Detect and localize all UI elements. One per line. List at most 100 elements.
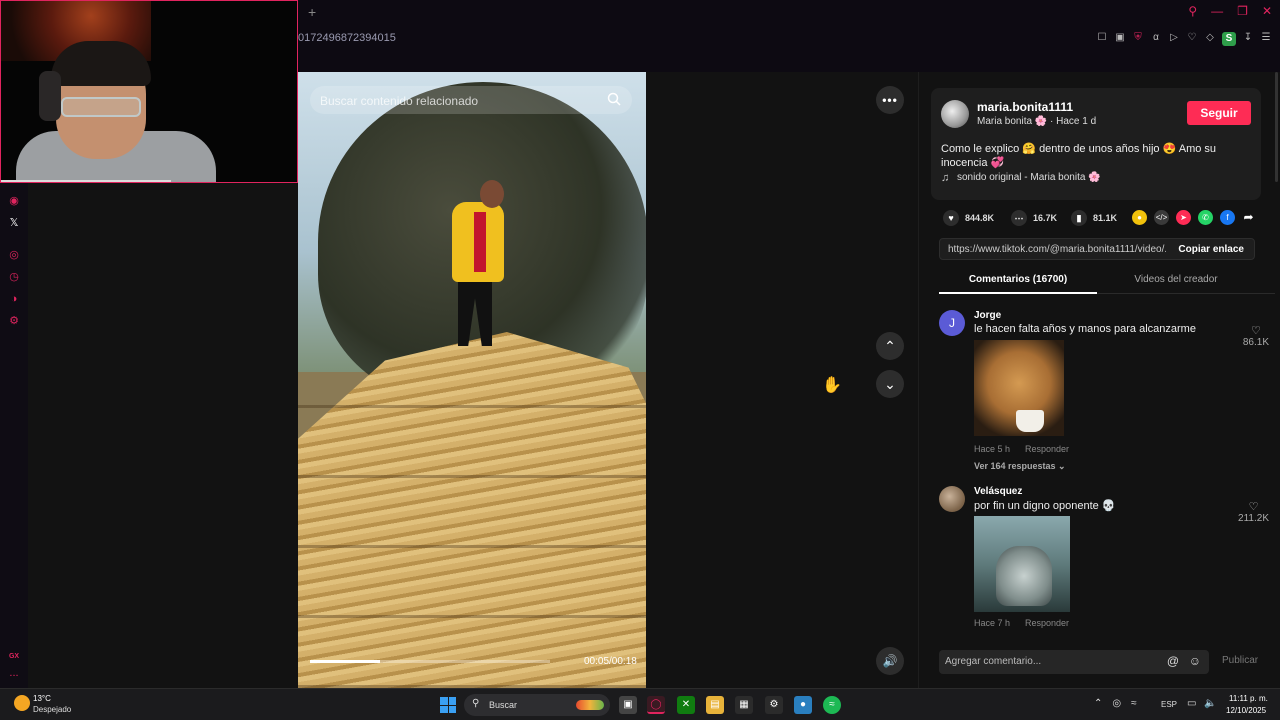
video-child-shirt [474, 212, 486, 272]
taskbar-search[interactable]: ⚲ Buscar [464, 694, 610, 716]
next-video-button[interactable]: ⌄ [876, 370, 904, 398]
player-icon[interactable]: ◎ [7, 248, 21, 262]
settings-icon[interactable]: ⚙ [7, 314, 21, 328]
window-controls: ⚲ — ❐ ✕ [1188, 4, 1272, 18]
copy-link-button[interactable]: Copiar enlace [1178, 244, 1244, 255]
menu-icon[interactable]: ☰ [1260, 32, 1272, 44]
file-explorer-icon[interactable]: ▤ [706, 696, 724, 714]
xbox-icon[interactable]: ✕ [677, 696, 695, 714]
restore-icon[interactable]: ❐ [1237, 4, 1248, 18]
translate-icon[interactable]: α [1150, 32, 1162, 44]
gx-label[interactable]: GX [7, 650, 21, 664]
profile-icon[interactable]: S [1222, 32, 1236, 46]
extensions-icon[interactable]: ◇ [1204, 32, 1216, 44]
instagram-icon[interactable]: ◉ [7, 194, 21, 208]
spotify-icon[interactable]: ≈ [823, 696, 841, 714]
tray-app-icon[interactable]: ◎ [1112, 698, 1121, 709]
follow-button[interactable]: Seguir [1187, 101, 1251, 125]
video-player[interactable]: Buscar contenido relacionado 00:05/00:18 [298, 72, 646, 688]
heart-icon[interactable]: ♡ [1243, 324, 1269, 337]
video-child-head [480, 180, 504, 208]
panel-scrollbar[interactable] [1275, 72, 1278, 182]
video-caption: Como le explico 🤗 dentro de unos años hi… [941, 143, 1217, 169]
comment-username[interactable]: Jorge [974, 310, 1001, 321]
x-icon[interactable]: 𝕏 [7, 216, 21, 230]
url-text[interactable]: 0172496872394015 [298, 32, 396, 44]
clock-time[interactable]: 11:11 p. m. [1229, 694, 1268, 703]
tab-creator-videos[interactable]: Videos del creador [1097, 268, 1255, 294]
screenshot-icon[interactable]: ▣ [1114, 32, 1126, 44]
download-icon[interactable]: ↧ [1242, 32, 1254, 44]
whatsapp-icon[interactable]: ✆ [1198, 210, 1213, 225]
shield-icon[interactable]: ⛨ [1132, 32, 1144, 44]
comment-input[interactable]: Agregar comentario... @ ☺ [939, 650, 1209, 674]
weather-icon[interactable] [14, 695, 30, 711]
comment-like[interactable]: ♡ 86.1K [1243, 324, 1269, 348]
microsoft-store-icon[interactable]: ▦ [735, 696, 753, 714]
heart-icon[interactable]: ♡ [1238, 500, 1269, 513]
mention-icon[interactable]: @ [1167, 654, 1179, 668]
play-icon[interactable]: ▷ [1168, 32, 1180, 44]
author-username[interactable]: maria.bonita1111 [977, 100, 1073, 114]
like-count: 844.8K [965, 213, 995, 223]
video-stage: Buscar contenido relacionado 00:05/00:18… [298, 72, 918, 688]
comment-action[interactable]: ⋯ 16.7K [1011, 208, 1057, 228]
start-button[interactable] [440, 697, 456, 713]
messenger-icon[interactable]: ◑ [7, 292, 21, 306]
opera-gx-icon[interactable]: ◯ [647, 696, 665, 714]
search-icon[interactable] [606, 91, 622, 107]
minimize-icon[interactable]: — [1211, 4, 1223, 18]
comment-image-leopard-body [996, 546, 1052, 606]
sidebar-more[interactable]: ... [7, 666, 21, 680]
comment-image-cat[interactable] [974, 340, 1064, 436]
like-action[interactable]: ♥ 844.8K [943, 208, 994, 228]
share-arrow-icon[interactable]: ➦ [1241, 210, 1256, 225]
tab-comments[interactable]: Comentarios (16700) [939, 268, 1097, 294]
browser-app-icon[interactable]: ● [794, 696, 812, 714]
more-options-button[interactable]: ••• [876, 86, 904, 114]
reply-button[interactable]: Responder [1025, 444, 1069, 454]
display-icon[interactable]: ▭ [1187, 698, 1196, 709]
new-tab-button[interactable]: + [308, 4, 316, 20]
video-progress-fill[interactable] [310, 660, 380, 663]
share-link-url[interactable]: https://www.tiktok.com/@maria.bonita1111… [948, 244, 1166, 255]
emoji-icon[interactable]: ☺ [1189, 654, 1201, 668]
previous-video-button[interactable]: ⌃ [876, 332, 904, 360]
history-icon[interactable]: ◷ [7, 270, 21, 284]
extension-icons: ☐ ▣ ⛨ α ▷ ♡ ◇ S ↧ ☰ [1096, 32, 1272, 46]
comment-text: le hacen falta años y manos para alcanza… [974, 323, 1196, 335]
tray-expand-icon[interactable]: ⌃ [1094, 698, 1102, 709]
comment-avatar[interactable] [939, 486, 965, 512]
comment-avatar[interactable]: J [939, 310, 965, 336]
save-action[interactable]: ▮ 81.1K [1071, 208, 1117, 228]
search-icon[interactable]: ⚲ [1188, 4, 1197, 18]
comment-like[interactable]: ♡ 211.2K [1238, 500, 1269, 524]
close-icon[interactable]: ✕ [1262, 4, 1272, 18]
facebook-icon[interactable]: f [1220, 210, 1235, 225]
sound-link[interactable]: sonido original - Maria bonita 🌸 [957, 172, 1101, 183]
browser-sidebar: ◉ 𝕏 ◎ ◷ ◑ ⚙ GX ... [0, 182, 28, 688]
weather-temperature: 13°C [33, 694, 51, 703]
task-view-icon[interactable]: ▣ [619, 696, 637, 714]
view-replies-button[interactable]: Ver 164 respuestas ⌄ [974, 461, 1066, 472]
share-send-icon[interactable]: ➤ [1176, 210, 1191, 225]
reply-button[interactable]: Responder [1025, 618, 1069, 628]
heart-icon[interactable]: ♡ [1186, 32, 1198, 44]
publish-button[interactable]: Publicar [1222, 655, 1258, 666]
volume-button[interactable]: 🔊 [876, 647, 904, 675]
webcam-person-hair [51, 41, 151, 86]
settings-app-icon[interactable]: ⚙ [765, 696, 783, 714]
volume-icon[interactable]: 🔈 [1204, 698, 1216, 709]
comment-item: Velásquez por fin un digno oponente 💀 ♡ … [939, 486, 1269, 636]
language-indicator[interactable]: ESP [1161, 700, 1177, 709]
author-avatar[interactable] [941, 100, 969, 128]
embed-icon[interactable]: </> [1154, 210, 1169, 225]
comment-image-leopard[interactable] [974, 516, 1070, 612]
tray-network-icon[interactable]: ≈ [1131, 698, 1137, 709]
comment-username[interactable]: Velásquez [974, 486, 1022, 497]
mouse-cursor-icon: ✋ [822, 377, 842, 394]
share-coin-icon[interactable]: ● [1132, 210, 1147, 225]
clock-date[interactable]: 12/10/2025 [1226, 706, 1266, 715]
related-search-input[interactable]: Buscar contenido relacionado [310, 86, 632, 114]
bookmark-icon[interactable]: ☐ [1096, 32, 1108, 44]
